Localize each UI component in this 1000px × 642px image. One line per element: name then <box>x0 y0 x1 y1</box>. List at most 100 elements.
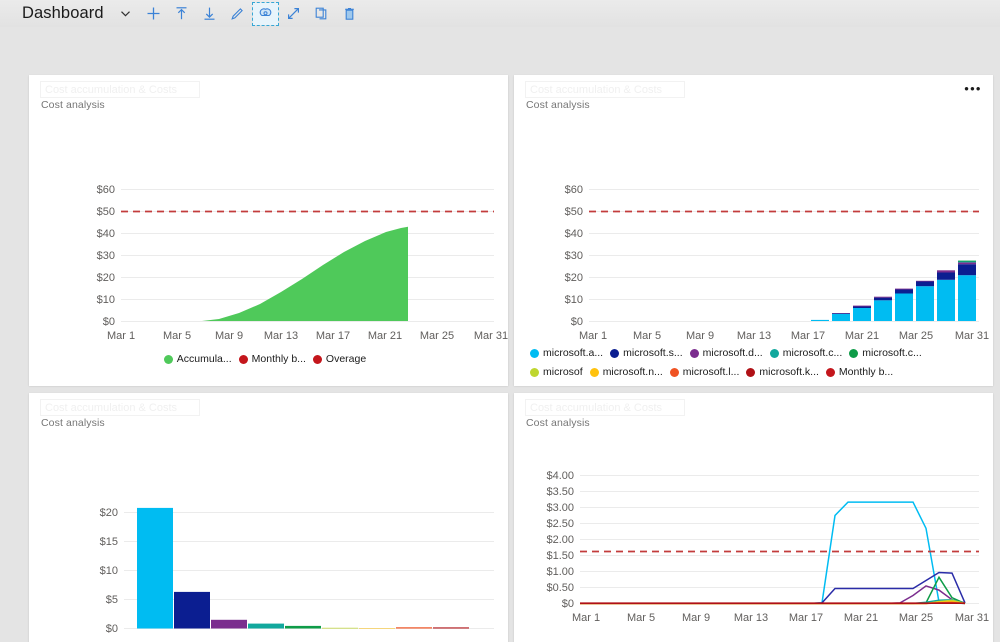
svg-text:$5: $5 <box>106 594 118 606</box>
svg-text:$0: $0 <box>562 598 574 610</box>
card-subtitle: Cost analysis <box>41 99 105 111</box>
svg-text:Mar 1: Mar 1 <box>579 330 607 339</box>
svg-text:Mar 5: Mar 5 <box>633 330 661 339</box>
svg-text:Mar 13: Mar 13 <box>737 330 771 339</box>
svg-text:Mar 17: Mar 17 <box>316 330 350 339</box>
legend-item[interactable]: microsof <box>530 366 583 378</box>
dashboard-chevron-icon[interactable] <box>113 3 138 25</box>
bar-chart: $20$15 $10$5 $0 <box>29 429 508 641</box>
edit-button[interactable] <box>225 3 250 25</box>
svg-text:Mar 1: Mar 1 <box>572 612 600 624</box>
svg-text:$10: $10 <box>97 294 115 306</box>
legend-label: microsoft.c... <box>783 347 843 359</box>
bar <box>322 628 358 629</box>
svg-text:$30: $30 <box>97 250 115 262</box>
legend-item[interactable]: microsoft.l... <box>670 366 740 378</box>
legend-item[interactable]: Monthly b... <box>826 366 893 378</box>
svg-text:$3.00: $3.00 <box>546 502 574 514</box>
legend-label: microsoft.c... <box>862 347 922 359</box>
area-chart: $60$50 $40$30 $20$10 $0 Mar 1Mar 5 Mar 9… <box>29 111 508 339</box>
cost-accumulation-card[interactable]: Cost accumulation & Costs Cost analysis … <box>29 75 508 386</box>
svg-text:$15: $15 <box>100 536 118 548</box>
svg-text:$2.50: $2.50 <box>546 518 574 530</box>
svg-text:Mar 9: Mar 9 <box>682 612 710 624</box>
card-title: Cost accumulation & Costs <box>40 399 200 416</box>
page-title: Dashboard <box>22 4 104 23</box>
legend-item[interactable]: Monthly b... <box>239 353 306 365</box>
legend-color-swatch <box>530 349 539 358</box>
card-title: Cost accumulation & Costs <box>40 81 200 98</box>
svg-text:$0.50: $0.50 <box>546 582 574 594</box>
legend-label: microsoft.s... <box>623 347 683 359</box>
legend-label: Monthly b... <box>839 366 893 378</box>
svg-text:Mar 31: Mar 31 <box>955 612 989 624</box>
svg-text:$10: $10 <box>100 565 118 577</box>
legend-label: microsof <box>543 366 583 378</box>
svg-text:Mar 31: Mar 31 <box>955 330 989 339</box>
bar <box>174 592 210 629</box>
chart-legend: microsoft.a... microsoft.s... microsoft.… <box>514 347 993 385</box>
legend-label: microsoft.d... <box>703 347 763 359</box>
svg-text:$50: $50 <box>97 206 115 218</box>
bar <box>248 624 284 629</box>
legend-color-swatch <box>530 368 539 377</box>
legend-color-swatch <box>670 368 679 377</box>
legend-item[interactable]: microsoft.n... <box>590 366 663 378</box>
svg-text:Mar 25: Mar 25 <box>420 330 454 339</box>
svg-text:$30: $30 <box>565 250 583 262</box>
delete-button[interactable] <box>337 3 362 25</box>
legend-color-swatch <box>313 355 322 364</box>
svg-text:Mar 21: Mar 21 <box>844 612 878 624</box>
legend-label: microsoft.l... <box>683 366 740 378</box>
card-menu-button[interactable]: ••• <box>963 81 983 97</box>
svg-text:$1.00: $1.00 <box>546 566 574 578</box>
daily-cost-lines-card[interactable]: Cost accumulation & Costs Cost analysis … <box>514 393 993 642</box>
download-button[interactable] <box>197 3 222 25</box>
svg-text:Mar 25: Mar 25 <box>899 612 933 624</box>
svg-text:$0: $0 <box>103 316 115 328</box>
svg-text:Mar 17: Mar 17 <box>791 330 825 339</box>
legend-item[interactable]: microsoft.c... <box>849 347 922 359</box>
svg-text:Mar 5: Mar 5 <box>163 330 191 339</box>
svg-text:$10: $10 <box>565 294 583 306</box>
svg-text:$1.50: $1.50 <box>546 550 574 562</box>
legend-item[interactable]: microsoft.s... <box>610 347 683 359</box>
legend-item[interactable]: microsoft.d... <box>690 347 763 359</box>
legend-color-swatch <box>239 355 248 364</box>
legend-color-swatch <box>690 349 699 358</box>
svg-text:$20: $20 <box>100 507 118 519</box>
svg-text:Mar 21: Mar 21 <box>368 330 402 339</box>
legend-label: microsoft.a... <box>543 347 603 359</box>
legend-item[interactable]: Accumula... <box>164 353 232 365</box>
legend-color-swatch <box>826 368 835 377</box>
legend-color-swatch <box>770 349 779 358</box>
legend-item[interactable]: microsoft.c... <box>770 347 843 359</box>
card-title: Cost accumulation & Costs <box>525 399 685 416</box>
svg-text:$4.00: $4.00 <box>546 470 574 482</box>
fullscreen-button[interactable] <box>281 3 306 25</box>
legend-label: Monthly b... <box>252 353 306 365</box>
new-dashboard-button[interactable] <box>141 3 166 25</box>
share-button[interactable] <box>253 3 278 25</box>
svg-text:$40: $40 <box>97 228 115 240</box>
svg-text:Mar 9: Mar 9 <box>215 330 243 339</box>
chart-legend: Accumula... Monthly b... Overage <box>29 353 508 372</box>
legend-color-swatch <box>164 355 173 364</box>
legend-color-swatch <box>746 368 755 377</box>
bar <box>137 508 173 629</box>
legend-item[interactable]: Overage <box>313 353 366 365</box>
legend-color-swatch <box>590 368 599 377</box>
svg-text:Mar 1: Mar 1 <box>107 330 135 339</box>
upload-button[interactable] <box>169 3 194 25</box>
cost-by-service-card[interactable]: Cost accumulation & Costs Cost analysis … <box>29 393 508 642</box>
svg-text:$40: $40 <box>565 228 583 240</box>
legend-item[interactable]: microsoft.a... <box>530 347 603 359</box>
clone-button[interactable] <box>309 3 334 25</box>
svg-text:$20: $20 <box>97 272 115 284</box>
svg-text:Mar 17: Mar 17 <box>789 612 823 624</box>
legend-label: Overage <box>326 353 366 365</box>
svg-text:$50: $50 <box>565 206 583 218</box>
daily-costs-stacked-card[interactable]: Cost accumulation & Costs Cost analysis … <box>514 75 993 386</box>
svg-text:$60: $60 <box>565 184 583 196</box>
legend-item[interactable]: microsoft.k... <box>746 366 819 378</box>
